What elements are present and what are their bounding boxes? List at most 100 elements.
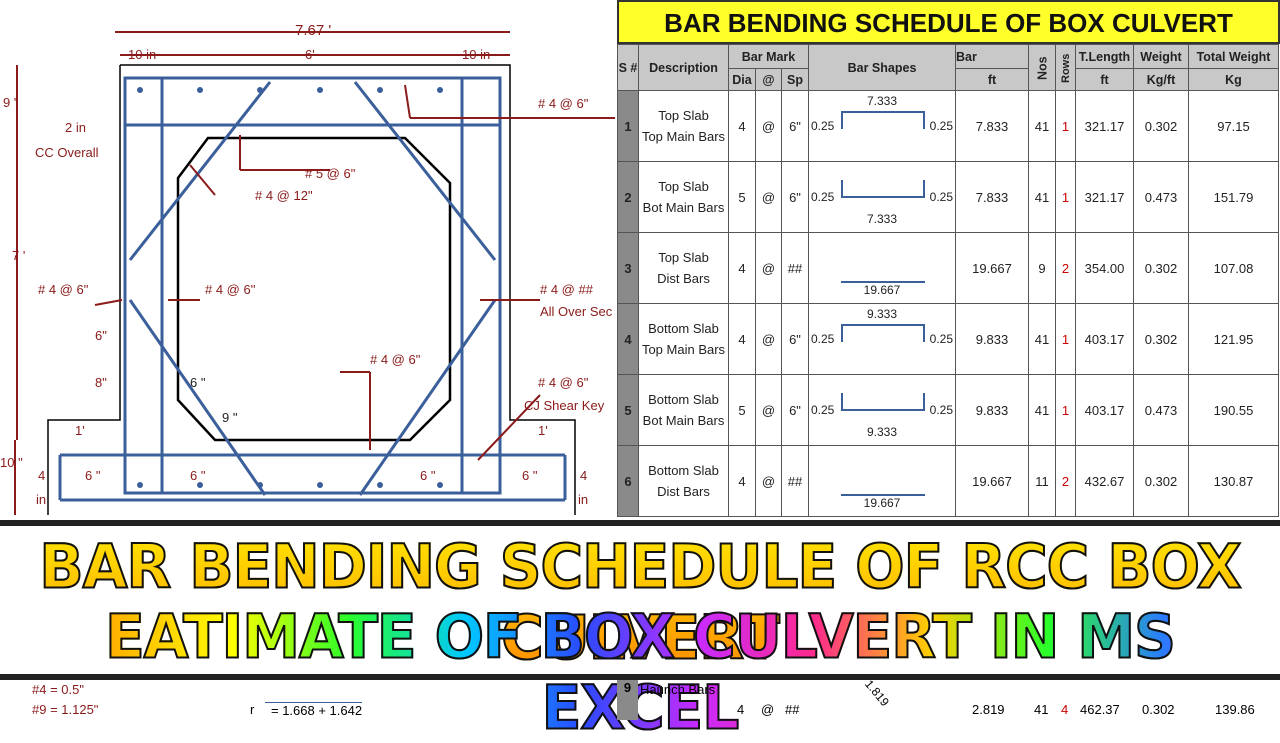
row-description: Bottom Slab Dist Bars xyxy=(638,445,729,517)
row-dia: 4 xyxy=(728,445,756,517)
dimension-label: 2 in xyxy=(65,120,86,135)
note-label: CJ Shear Key xyxy=(524,398,605,413)
row-description: Haunch Bars xyxy=(640,682,716,697)
row-rows: 1 xyxy=(1055,161,1076,233)
bar-shape-line xyxy=(841,324,925,342)
row-bar-shape: 9.333 0.25 0.25 xyxy=(808,374,956,446)
row-at: @ xyxy=(755,303,782,375)
row-tlength: 462.37 xyxy=(1080,702,1120,717)
dimension-label: 6 " xyxy=(190,375,206,390)
row-at: @ xyxy=(755,374,782,446)
row-tlength: 321.17 xyxy=(1075,90,1134,162)
shape-left-leg: 0.25 xyxy=(811,403,835,417)
dimension-label: 6 " xyxy=(522,468,538,483)
row-sn: 4 xyxy=(617,303,639,375)
row-sp: ## xyxy=(781,232,809,304)
row-sp: ## xyxy=(785,702,800,717)
bottom-strip: #4 = 0.5" #9 = 1.125" r = 1.668 + 1.642 … xyxy=(0,676,1280,720)
row-rows: 2 xyxy=(1055,232,1076,304)
row-sn: 3 xyxy=(617,232,639,304)
bar-shape-line xyxy=(841,111,925,129)
table-row: 1 Top Slab Top Main Bars 4 @6" 7.333 0.25 0.… xyxy=(617,90,1279,162)
culvert-section-svg xyxy=(14,31,615,515)
header-tlength: T.Length xyxy=(1075,44,1134,69)
row-rows: 1 xyxy=(1055,374,1076,446)
dimension-label: 6 " xyxy=(190,468,206,483)
bbs-spreadsheet: BAR BENDING SCHEDULE OF BOX CULVERT S # … xyxy=(615,0,1280,520)
row-sp: 6" xyxy=(781,303,809,375)
row-rows: 4 xyxy=(1061,702,1069,717)
rebar-label: # 4 @ 6" xyxy=(538,96,589,111)
description-line: Top Slab xyxy=(658,250,709,265)
row-description: Bottom Slab Bot Main Bars xyxy=(638,374,729,446)
row-sp: 6" xyxy=(781,374,809,446)
rebar-label: # 4 @ 6" xyxy=(38,282,89,297)
row-bar-shape: 9.333 0.25 0.25 xyxy=(808,303,956,375)
header-bar-unit: ft xyxy=(955,68,1029,91)
bar-size-note: #4 = 0.5" xyxy=(32,682,84,697)
row-weight: 0.302 xyxy=(1133,232,1189,304)
row-weight: 0.302 xyxy=(1142,702,1175,717)
header-total-weight: Total Weight xyxy=(1188,44,1279,69)
dimension-label: 1' xyxy=(538,423,548,438)
dimension-label: 9 " xyxy=(3,95,19,110)
description-line: Top Slab xyxy=(658,108,709,123)
bbs-table: S # Description Bar Mark Bar Shapes Bar … xyxy=(617,44,1279,517)
dimension-label: 4 xyxy=(580,468,588,483)
header-description: Description xyxy=(638,44,729,91)
dimension-label: 6 " xyxy=(420,468,436,483)
row-bar-shape: 19.667 xyxy=(808,445,956,517)
row-dia: 4 xyxy=(728,303,756,375)
dimension-label: 6" xyxy=(95,328,107,343)
shape-left-leg: 0.25 xyxy=(811,119,835,133)
row-weight: 0.302 xyxy=(1133,303,1189,375)
row-at: @ xyxy=(755,90,782,162)
row-bar-length: 9.833 xyxy=(955,303,1029,375)
sheet-title: BAR BENDING SCHEDULE OF BOX CULVERT xyxy=(617,0,1280,44)
description-line: Top Main Bars xyxy=(641,342,726,357)
rebar-label: # 4 @ 6" xyxy=(370,352,421,367)
thumbnail-banner: BAR BENDING SCHEDULE OF RCC BOX CULVERT … xyxy=(0,520,1280,743)
header-tlength-unit: ft xyxy=(1075,68,1134,91)
row-description: Top Slab Top Main Bars xyxy=(638,90,729,162)
description-line: Top Slab xyxy=(658,179,709,194)
rebar-label: # 4 @ 12" xyxy=(255,188,313,203)
row-bar-shape: 7.333 0.25 0.25 xyxy=(808,90,956,162)
description-line: Bottom Slab xyxy=(648,463,719,478)
header-bar-mark: Bar Mark xyxy=(728,44,809,69)
row-at: @ xyxy=(755,232,782,304)
shape-bottom-length: 9.333 xyxy=(866,425,898,439)
row-total-weight: 151.79 xyxy=(1188,161,1279,233)
dimension-label: 10 in xyxy=(462,47,491,62)
row-nos: 41 xyxy=(1028,90,1056,162)
row-bar-length: 7.833 xyxy=(955,161,1029,233)
shape-top-length: 9.333 xyxy=(866,307,898,321)
row-dia: 4 xyxy=(728,232,756,304)
dimension-label: 6 " xyxy=(85,468,101,483)
description-line: Dist Bars xyxy=(657,484,710,499)
table-row: 3 Top Slab Dist Bars 4 @ ## 19.667 19.667 9 2 35… xyxy=(617,232,1279,304)
dimension-label: in xyxy=(578,492,589,507)
rebar-label: # 4 @ ## xyxy=(540,282,593,297)
row-sn: 6 xyxy=(617,445,639,517)
row-total-weight: 190.55 xyxy=(1188,374,1279,446)
dimension-label: CC Overall xyxy=(35,145,99,160)
diagonal-length: 1.819 xyxy=(862,676,893,710)
row-sn: 1 xyxy=(617,90,639,162)
row-description: Top Slab Dist Bars xyxy=(638,232,729,304)
dimension-label: 10 " xyxy=(0,455,23,470)
row-tlength: 321.17 xyxy=(1075,161,1134,233)
row-description: Bottom Slab Top Main Bars xyxy=(638,303,729,375)
row-sn: 2 xyxy=(617,161,639,233)
row-sp: 6" xyxy=(781,90,809,162)
row-tlength: 403.17 xyxy=(1075,374,1134,446)
row-bar-shape: 19.667 xyxy=(808,232,956,304)
dimension-label: in xyxy=(36,492,47,507)
row-bar-length: 2.819 xyxy=(972,702,1005,717)
row-nos: 9 xyxy=(1028,232,1056,304)
description-line: Top Main Bars xyxy=(641,129,726,144)
row-at: @ xyxy=(755,161,782,233)
rebar-label: # 4 @ 6" xyxy=(538,375,589,390)
description-line: Bot Main Bars xyxy=(642,413,725,428)
row-bar-shape: 7.333 0.25 0.25 xyxy=(808,161,956,233)
